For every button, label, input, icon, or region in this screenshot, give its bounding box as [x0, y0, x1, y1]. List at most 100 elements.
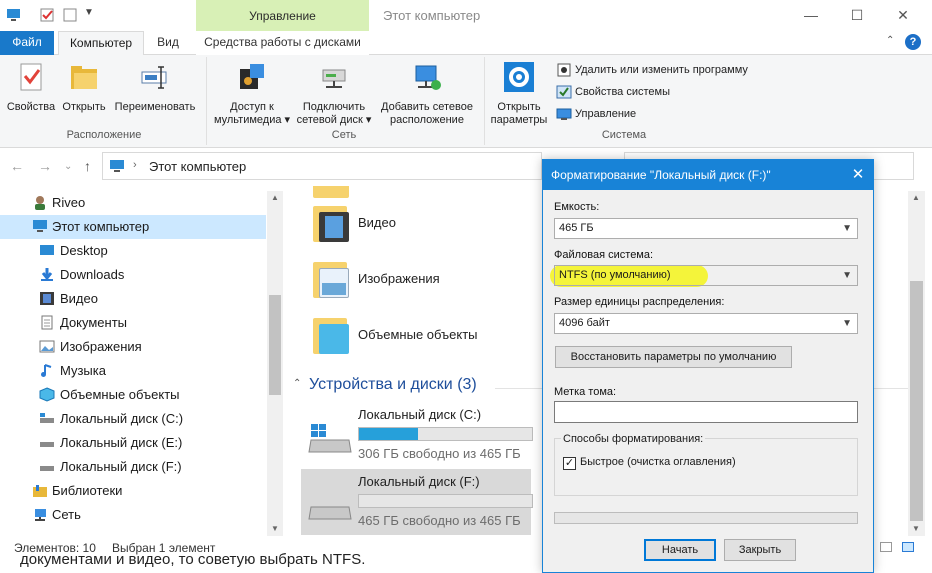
scroll-down-icon[interactable]: ▼: [271, 524, 279, 533]
start-button[interactable]: Начать: [644, 539, 716, 561]
nav-item-user[interactable]: Riveo: [0, 191, 266, 215]
scroll-up-icon[interactable]: ▲: [271, 193, 279, 202]
scroll-down-icon[interactable]: ▼: [912, 524, 920, 533]
open-button[interactable]: Открыть: [60, 61, 108, 114]
nav-item-pictures[interactable]: Изображения: [0, 335, 266, 359]
drive-free-space: 465 ГБ свободно из 465 ГБ: [358, 513, 521, 528]
nav-scroll-thumb[interactable]: [269, 295, 281, 395]
volume-label-input[interactable]: [554, 401, 858, 423]
nav-item-drive-c[interactable]: Локальный диск (C:): [0, 407, 266, 431]
details-view-icon[interactable]: [880, 542, 892, 552]
uninstall-program-button[interactable]: Удалить или изменить программу: [556, 62, 748, 82]
tab-file[interactable]: Файл: [0, 31, 54, 55]
tab-drive-tools[interactable]: Средства работы с дисками: [196, 31, 369, 55]
add-network-location-button[interactable]: Добавить сетевое расположение: [374, 61, 480, 127]
video-icon: [319, 212, 349, 242]
libraries-icon: [33, 485, 47, 497]
dialog-close-icon[interactable]: ✕: [845, 165, 871, 185]
devices-section-heading[interactable]: Устройства и диски (3): [309, 376, 477, 394]
computer-icon: [33, 220, 47, 232]
context-tab-label: Управление: [249, 9, 316, 23]
nav-scrollbar[interactable]: ▲ ▼: [267, 191, 283, 536]
nav-item-documents[interactable]: Документы: [0, 311, 266, 335]
quick-access-dropdown-icon[interactable]: ▼: [84, 7, 94, 18]
nav-item-downloads[interactable]: Downloads: [0, 263, 266, 287]
nav-item-this-pc[interactable]: Этот компьютер: [0, 215, 266, 239]
allocation-select[interactable]: 4096 байт ▼: [554, 313, 858, 334]
scroll-up-icon[interactable]: ▲: [912, 193, 920, 202]
content-scroll-thumb[interactable]: [910, 281, 923, 521]
nav-item-desktop[interactable]: Desktop: [0, 239, 266, 263]
nav-item-label: Downloads: [60, 267, 125, 282]
volume-label-label: Метка тома:: [554, 386, 617, 398]
content-scrollbar[interactable]: ▲ ▼: [908, 191, 925, 536]
new-folder-icon[interactable]: [63, 8, 78, 22]
manage-label: Управление: [575, 108, 637, 120]
folder-tile-3d-objects[interactable]: [311, 314, 351, 356]
media-access-button[interactable]: Доступ к мультимедиа ▾: [210, 61, 294, 127]
system-properties-button[interactable]: Свойства системы: [556, 84, 670, 104]
back-arrow-icon[interactable]: ←: [10, 158, 24, 174]
nav-item-videos[interactable]: Видео: [0, 287, 266, 311]
maximize-button[interactable]: ☐: [834, 0, 880, 31]
nav-item-drive-f[interactable]: Локальный диск (F:): [0, 455, 266, 479]
ribbon-tabs: Файл Компьютер Вид Средства работы с дис…: [0, 31, 932, 56]
nav-item-music[interactable]: Музыка: [0, 359, 266, 383]
folder-label: Объемные объекты: [358, 327, 478, 342]
folder-tile-partial[interactable]: [311, 186, 351, 200]
nav-item-libraries[interactable]: Библиотеки: [0, 479, 266, 503]
tiles-view-icon[interactable]: [902, 542, 914, 552]
folder-tile-pictures[interactable]: [311, 258, 351, 300]
open-settings-button[interactable]: Открыть параметры: [488, 61, 550, 127]
quick-format-checkbox[interactable]: ✓: [563, 457, 576, 470]
close-dialog-button[interactable]: Закрыть: [724, 539, 796, 561]
chevron-down-icon: ▼: [842, 223, 852, 234]
filesystem-select[interactable]: NTFS (по умолчанию) ▼: [554, 265, 858, 286]
nav-item-label: Riveo: [52, 195, 86, 210]
rename-label: Переименовать: [114, 101, 196, 113]
properties-button[interactable]: Свойства: [4, 61, 58, 114]
capacity-select[interactable]: 465 ГБ ▼: [554, 218, 858, 239]
address-bar[interactable]: › Этот компьютер: [102, 152, 542, 180]
nav-item-label: Локальный диск (E:): [60, 435, 183, 450]
manage-button[interactable]: Управление: [556, 106, 636, 126]
quick-format-label[interactable]: Быстрое (очистка оглавления): [580, 456, 736, 468]
drive-icon: [40, 442, 54, 447]
properties-check-icon[interactable]: [40, 8, 55, 22]
tab-view[interactable]: Вид: [146, 31, 190, 55]
nav-item-label: Этот компьютер: [52, 219, 150, 234]
drive-tile-f[interactable]: Локальный диск (F:) 465 ГБ свободно из 4…: [301, 469, 533, 535]
media-icon: [240, 64, 264, 89]
ribbon-collapse-icon[interactable]: ⌃: [886, 35, 894, 46]
title-bar: ▼ Управление Этот компьютер — ☐ ✕: [0, 0, 932, 31]
chevron-down-icon[interactable]: ⌃: [293, 378, 301, 389]
minimize-button[interactable]: —: [788, 0, 834, 31]
close-button[interactable]: ✕: [880, 0, 926, 31]
nav-item-drive-e[interactable]: Локальный диск (E:): [0, 431, 266, 455]
group-location-label: Расположение: [66, 129, 142, 141]
netdrive-label-2: сетевой диск ▾: [296, 114, 372, 126]
up-arrow-icon[interactable]: ↑: [84, 158, 91, 174]
drive-usage-fill: [359, 428, 418, 440]
help-icon[interactable]: ?: [905, 34, 921, 50]
folder-tile-videos[interactable]: [311, 202, 351, 244]
drive-tile-c[interactable]: Локальный диск (C:) 306 ГБ свободно из 4…: [301, 402, 533, 468]
map-network-drive-button[interactable]: Подключить сетевой диск ▾: [296, 61, 372, 127]
forward-arrow-icon[interactable]: →: [38, 158, 52, 174]
window-title: Этот компьютер: [383, 8, 481, 23]
computer-icon[interactable]: [6, 8, 21, 22]
uninstall-icon: [556, 62, 572, 78]
nav-item-3d-objects[interactable]: Объемные объекты: [0, 383, 266, 407]
nav-item-network[interactable]: Сеть: [0, 503, 266, 527]
properties-label: Свойства: [6, 101, 56, 113]
restore-defaults-button[interactable]: Восстановить параметры по умолчанию: [555, 346, 792, 368]
breadcrumb-chevron-icon[interactable]: ›: [133, 159, 137, 171]
recent-locations-chevron-icon[interactable]: ⌄: [64, 161, 72, 172]
dialog-title-bar[interactable]: Форматирование "Локальный диск (F:)" ✕: [543, 160, 873, 190]
settings-label-2: параметры: [490, 114, 548, 126]
rename-icon: [141, 66, 167, 89]
rename-button[interactable]: Переименовать: [110, 61, 200, 114]
system-properties-icon: [556, 84, 572, 100]
filesystem-label: Файловая система:: [554, 249, 654, 261]
tab-computer[interactable]: Компьютер: [58, 31, 144, 56]
